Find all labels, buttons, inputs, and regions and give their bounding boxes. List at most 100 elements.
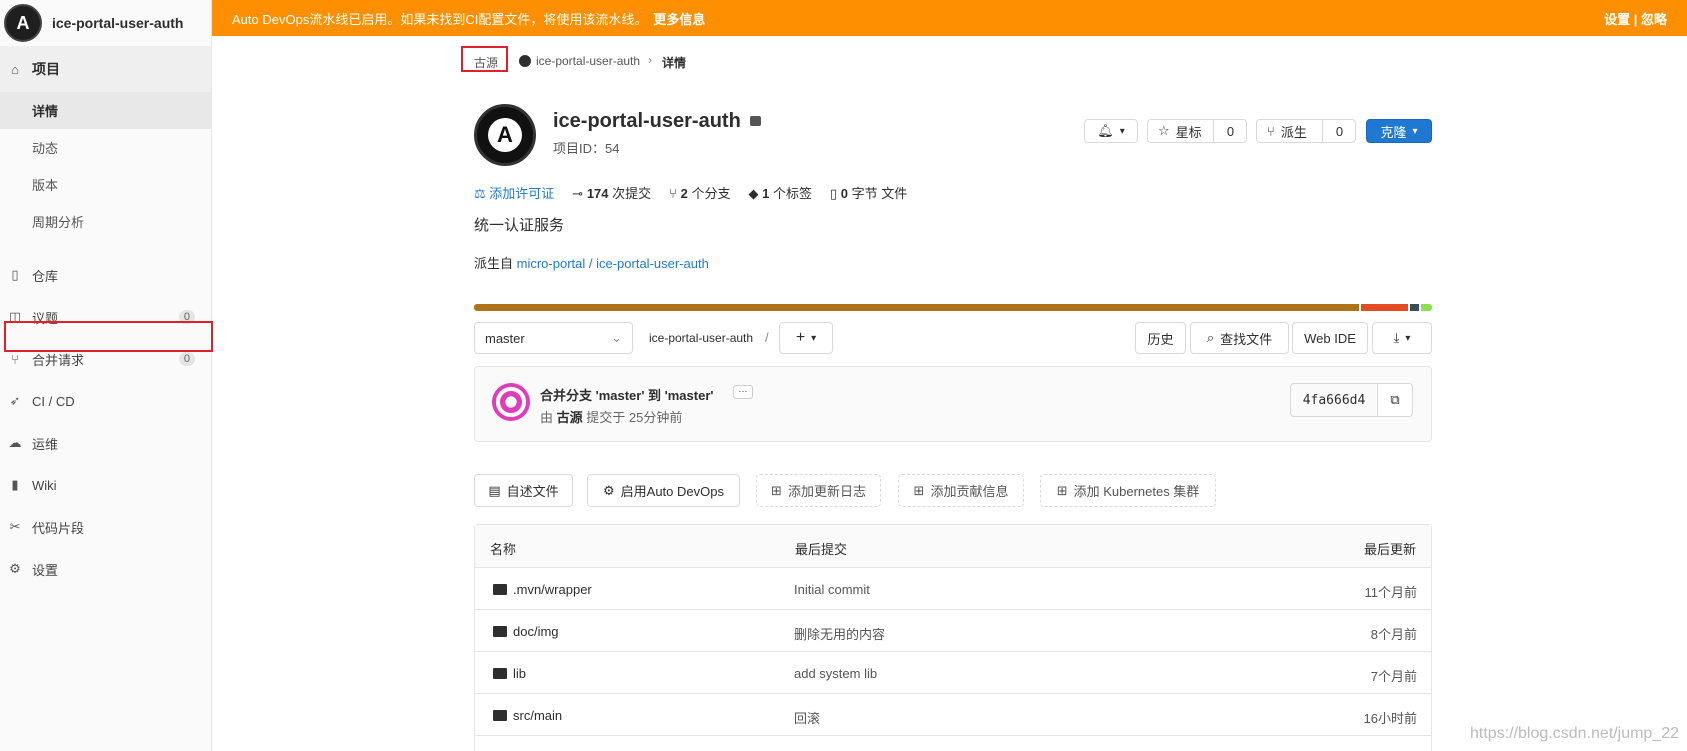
banner-text: Auto DevOps流水线已启用。如果未找到CI配置文件，将使用该流水线。 bbox=[232, 11, 648, 27]
files-stat[interactable]: ▯ 0 字节 文件 bbox=[830, 183, 907, 202]
rocket-icon: ➶ bbox=[9, 393, 21, 408]
language-bar-segment[interactable] bbox=[474, 304, 1360, 311]
file-icon: ▤ bbox=[488, 482, 501, 498]
row-name[interactable]: src/main bbox=[513, 708, 562, 723]
scale-icon: ⚖ bbox=[474, 186, 486, 201]
sidebar-subitem-activity[interactable]: 动态 bbox=[0, 129, 211, 166]
download-dropdown[interactable]: ⤓ ▾ bbox=[1372, 322, 1432, 354]
sidebar-item-repository[interactable]: ▯ 仓库 bbox=[0, 255, 211, 295]
branches-count: 2 bbox=[680, 186, 688, 201]
highlight-box-merge-requests bbox=[4, 321, 213, 352]
find-file-button[interactable]: ⌕ 查找文件 bbox=[1190, 322, 1289, 354]
forked-from-link[interactable]: micro-portal / ice-portal-user-auth bbox=[517, 256, 709, 271]
project-title: ice-portal-user-auth bbox=[553, 110, 741, 132]
branch-icon: ⑂ bbox=[669, 186, 677, 201]
add-license-link[interactable]: ⚖ 添加许可证 bbox=[474, 183, 554, 202]
sidebar-item-label: 运维 bbox=[32, 436, 59, 452]
project-avatar: A bbox=[4, 4, 42, 42]
row-commit[interactable]: 回滚 bbox=[794, 708, 820, 727]
sidebar-item-wiki[interactable]: ▮ Wiki bbox=[0, 465, 211, 505]
sidebar-item-operations[interactable]: ☁ 运维 bbox=[0, 423, 211, 463]
sidebar-project-header[interactable]: A ice-portal-user-auth bbox=[0, 0, 211, 46]
enable-autodevops-button[interactable]: ⚙ 启用Auto DevOps bbox=[587, 474, 740, 507]
add-contributing-button[interactable]: ⊞ 添加贡献信息 bbox=[898, 474, 1024, 507]
notification-dropdown[interactable]: 🔔︎ ▾ bbox=[1084, 119, 1138, 143]
star-button[interactable]: ☆ 星标 0 bbox=[1147, 119, 1247, 143]
fork-count: 0 bbox=[1322, 120, 1356, 142]
sidebar-subitem-label: 版本 bbox=[32, 178, 59, 193]
table-row[interactable]: .mvn/wrapper Initial commit 11个月前 bbox=[474, 567, 1432, 609]
add-to-tree-dropdown[interactable]: + ▾ bbox=[779, 322, 833, 354]
sidebar-item-snippets[interactable]: ✂ 代码片段 bbox=[0, 507, 211, 547]
banner-settings-dismiss[interactable]: 设置 | 忽略 bbox=[1604, 9, 1667, 28]
author-avatar bbox=[492, 383, 530, 421]
sidebar-item-label: Wiki bbox=[32, 477, 57, 493]
web-ide-button[interactable]: Web IDE bbox=[1292, 322, 1368, 354]
auto-devops-banner: Auto DevOps流水线已启用。如果未找到CI配置文件，将使用该流水线。 更… bbox=[212, 0, 1687, 36]
row-name[interactable]: lib bbox=[513, 666, 526, 681]
language-bar-segment[interactable] bbox=[1420, 304, 1432, 311]
chevron-down-icon: ▾ bbox=[1412, 125, 1418, 137]
breadcrumb-project[interactable]: ice-portal-user-auth bbox=[536, 54, 640, 68]
commits-stat[interactable]: ⊸ 174 次提交 bbox=[572, 183, 651, 202]
branches-stat[interactable]: ⑂ 2 个分支 bbox=[669, 183, 730, 202]
language-bar-segment[interactable] bbox=[1410, 304, 1419, 311]
sidebar-subitem-details[interactable]: 详情 bbox=[0, 92, 211, 129]
copy-sha-button[interactable]: ⧉ bbox=[1377, 383, 1413, 417]
table-row-partial bbox=[474, 735, 1432, 751]
header-last-commit: 最后提交 bbox=[795, 542, 848, 557]
gear-icon: ⚙ bbox=[9, 561, 21, 576]
fork-button[interactable]: ⑂ 派生 0 bbox=[1256, 119, 1356, 143]
download-icon: ⤓ bbox=[1393, 330, 1400, 345]
path-root[interactable]: ice-portal-user-auth bbox=[649, 331, 753, 345]
row-commit[interactable]: Initial commit bbox=[794, 582, 870, 597]
breadcrumb-current: 详情 bbox=[662, 56, 687, 70]
sidebar-item-label: 代码片段 bbox=[32, 520, 85, 536]
plus-square-icon: ⊞ bbox=[771, 482, 782, 498]
ellipsis-icon[interactable]: ··· bbox=[733, 385, 753, 399]
find-file-label: 查找文件 bbox=[1220, 331, 1273, 347]
star-label: 星标 bbox=[1175, 124, 1202, 140]
changelog-label: 添加更新日志 bbox=[787, 484, 866, 499]
branch-select[interactable]: master ⌄ bbox=[474, 322, 633, 354]
sidebar-subitem-label: 动态 bbox=[32, 141, 59, 156]
row-commit[interactable]: add system lib bbox=[794, 666, 877, 681]
sidebar-item-label: 仓库 bbox=[32, 268, 59, 284]
folder-icon bbox=[493, 626, 507, 637]
tags-stat[interactable]: ◆ 1 个标签 bbox=[748, 183, 812, 202]
commit-message[interactable]: 合并分支 'master' 到 'master' bbox=[540, 385, 713, 404]
sidebar-project-name: ice-portal-user-auth bbox=[52, 15, 184, 31]
commit-author-link[interactable]: 古源 bbox=[557, 410, 583, 425]
clone-button[interactable]: 克隆 ▾ bbox=[1366, 119, 1432, 143]
sidebar-item-settings[interactable]: ⚙ 设置 bbox=[0, 549, 211, 589]
language-bar-segment[interactable] bbox=[1361, 304, 1408, 311]
home-icon: ⌂ bbox=[11, 61, 19, 77]
banner-more-info-link[interactable]: 更多信息 bbox=[653, 9, 705, 28]
path-separator: / bbox=[765, 330, 769, 345]
breadcrumb-chevron-icon: › bbox=[648, 53, 652, 67]
add-k8s-cluster-button[interactable]: ⊞ 添加 Kubernetes 集群 bbox=[1040, 474, 1216, 507]
sidebar-item-project[interactable]: ⌂ 项目 bbox=[0, 46, 211, 92]
row-commit[interactable]: 删除无用的内容 bbox=[794, 624, 885, 643]
table-row[interactable]: lib add system lib 7个月前 bbox=[474, 651, 1432, 693]
row-name[interactable]: doc/img bbox=[513, 624, 559, 639]
row-name[interactable]: .mvn/wrapper bbox=[513, 582, 592, 597]
folder-icon bbox=[493, 710, 507, 721]
commit-sha[interactable]: 4fa666d4 bbox=[1290, 383, 1378, 417]
readme-button[interactable]: ▤ 自述文件 bbox=[474, 474, 573, 507]
add-changelog-button[interactable]: ⊞ 添加更新日志 bbox=[756, 474, 881, 507]
folder-icon bbox=[493, 584, 507, 595]
bell-icon: 🔔︎ bbox=[1097, 123, 1114, 138]
copy-icon: ⧉ bbox=[1390, 392, 1400, 407]
project-stats: ⚖ 添加许可证 ⊸ 174 次提交 ⑂ 2 个分支 ◆ 1 个标签 ▯ 0 字节… bbox=[474, 183, 907, 202]
sidebar-item-cicd[interactable]: ➶ CI / CD bbox=[0, 381, 211, 421]
book-icon: ▮ bbox=[11, 477, 19, 492]
table-row[interactable]: doc/img 删除无用的内容 8个月前 bbox=[474, 609, 1432, 651]
sidebar-subitem-cycle-analytics[interactable]: 周期分析 bbox=[0, 203, 211, 240]
commit-icon: ⊸ bbox=[572, 186, 584, 201]
row-updated: 11个月前 bbox=[1364, 585, 1418, 600]
sidebar-item-label: 合并请求 bbox=[32, 352, 85, 368]
table-row[interactable]: src/main 回滚 16小时前 bbox=[474, 693, 1432, 735]
history-button[interactable]: 历史 bbox=[1135, 322, 1186, 354]
sidebar-subitem-releases[interactable]: 版本 bbox=[0, 166, 211, 203]
